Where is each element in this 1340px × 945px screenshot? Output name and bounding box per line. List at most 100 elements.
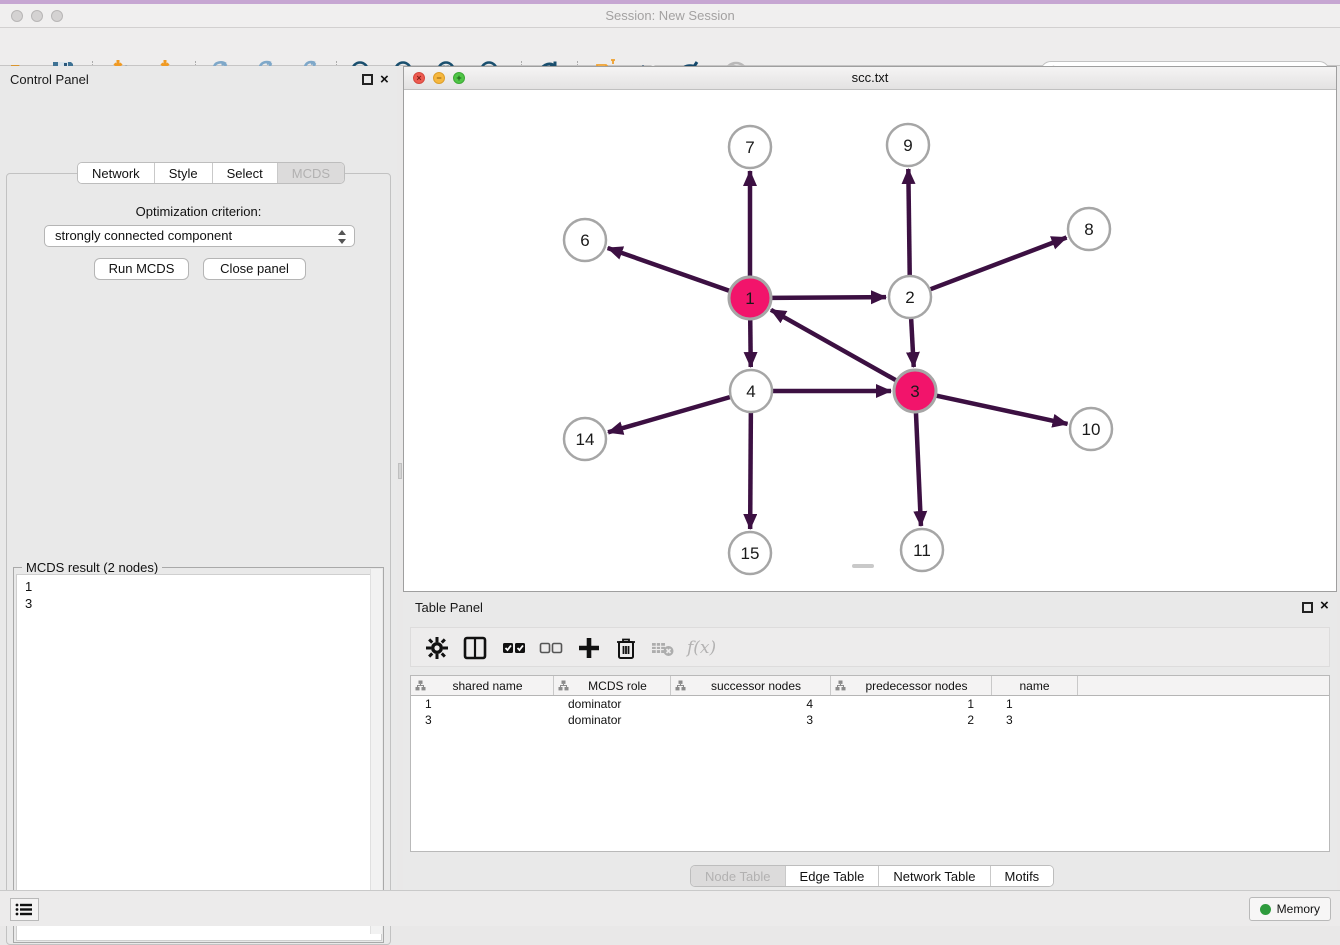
tab-network[interactable]: Network [78, 163, 154, 183]
graph-node-1[interactable]: 1 [729, 277, 771, 319]
table-row[interactable]: 1dominator411 [411, 696, 1329, 712]
cell-shared-name[interactable]: 3 [411, 712, 554, 728]
status-menu-button[interactable] [10, 898, 39, 921]
table-toolbar: f(x) [410, 627, 1330, 667]
node-label: 7 [745, 138, 754, 157]
column-header-MCDS-role[interactable]: MCDS role [554, 676, 671, 695]
node-table[interactable]: shared name MCDS rolesuccessor nodes prede… [410, 675, 1330, 852]
mcds-result-group: MCDS result (2 nodes) 1 3 [13, 567, 384, 943]
float-table-panel-icon[interactable] [1302, 602, 1313, 613]
tab-edge-table[interactable]: Edge Table [785, 866, 879, 886]
column-header-label: name [996, 679, 1073, 693]
cell-MCDS-role[interactable]: dominator [554, 712, 671, 728]
cell-predecessor-nodes[interactable]: 2 [831, 712, 992, 728]
edge-4-15[interactable] [750, 413, 751, 529]
edge-2-8[interactable] [931, 238, 1067, 290]
graph-node-14[interactable]: 14 [564, 418, 606, 460]
apply-function-icon[interactable]: f(x) [687, 636, 721, 660]
optimization-criterion-label: Optimization criterion: [0, 204, 397, 219]
graph-node-8[interactable]: 8 [1068, 208, 1110, 250]
tab-style[interactable]: Style [154, 163, 212, 183]
cell-successor-nodes[interactable]: 3 [671, 712, 831, 728]
tab-network-table[interactable]: Network Table [878, 866, 989, 886]
delete-table-icon[interactable] [651, 636, 675, 660]
window-zoom-button[interactable] [51, 10, 63, 22]
control-panel-title: Control Panel [10, 72, 89, 87]
tab-motifs[interactable]: Motifs [990, 866, 1054, 886]
column-header-predecessor-nodes[interactable]: predecessor nodes [831, 676, 992, 695]
network-graph-canvas[interactable]: 1 2 3 4 6 7 8 9 10 11 14 15 [404, 90, 1336, 591]
cell-predecessor-nodes[interactable]: 1 [831, 696, 992, 712]
cell-shared-name[interactable]: 1 [411, 696, 554, 712]
node-label: 10 [1082, 420, 1101, 439]
edge-4-14[interactable] [608, 397, 730, 432]
tab-select[interactable]: Select [212, 163, 277, 183]
cell-MCDS-role[interactable]: dominator [554, 696, 671, 712]
delete-column-icon[interactable] [614, 636, 638, 660]
table-row[interactable]: 3dominator323 [411, 712, 1329, 728]
float-panel-icon[interactable] [362, 74, 373, 85]
mcds-result-textarea[interactable]: 1 3 [16, 574, 382, 941]
column-type-icon [835, 680, 846, 691]
network-window-close-button[interactable]: × [413, 72, 425, 84]
column-header-label: shared name [426, 679, 549, 693]
edge-1-4[interactable] [750, 320, 751, 367]
edge-3-10[interactable] [937, 396, 1068, 424]
memory-button[interactable]: Memory [1249, 897, 1331, 921]
node-label: 8 [1084, 220, 1093, 239]
network-window-zoom-button[interactable]: + [453, 72, 465, 84]
close-panel-icon[interactable]: × [380, 74, 389, 85]
table-settings-icon[interactable] [425, 636, 449, 660]
deselect-all-rows-icon[interactable] [539, 636, 563, 660]
network-hscroll-thumb[interactable] [852, 564, 874, 568]
column-header-name[interactable]: name [992, 676, 1078, 695]
graph-node-7[interactable]: 7 [729, 126, 771, 168]
cell-name[interactable]: 3 [992, 712, 1078, 728]
column-type-icon [675, 680, 686, 691]
splitter-grip[interactable] [398, 463, 402, 479]
network-view-window: × − + scc.txt 1 2 3 4 6 7 8 9 10 11 14 15 [403, 66, 1337, 592]
graph-node-15[interactable]: 15 [729, 532, 771, 574]
select-all-rows-icon[interactable] [502, 636, 526, 660]
window-close-button[interactable] [11, 10, 23, 22]
column-header-successor-nodes[interactable]: successor nodes [671, 676, 831, 695]
show-columns-icon[interactable] [463, 636, 487, 660]
edge-3-1[interactable] [771, 310, 896, 380]
close-table-panel-icon[interactable]: × [1320, 600, 1329, 611]
status-bar: Memory [0, 890, 1340, 926]
column-type-icon [415, 680, 426, 691]
edge-3-11[interactable] [916, 413, 921, 526]
cell-name[interactable]: 1 [992, 696, 1078, 712]
list-menu-icon [11, 899, 38, 920]
graph-node-6[interactable]: 6 [564, 219, 606, 261]
graph-node-11[interactable]: 11 [901, 529, 943, 571]
column-header-label: predecessor nodes [846, 679, 987, 693]
tab-node-table[interactable]: Node Table [691, 866, 785, 886]
edge-2-3[interactable] [911, 319, 914, 367]
result-scrollbar[interactable] [370, 569, 382, 934]
run-mcds-button[interactable]: Run MCDS [94, 258, 189, 280]
control-panel: Control Panel × NetworkStyleSelectMCDS O… [0, 66, 397, 890]
window-minimize-button[interactable] [31, 10, 43, 22]
edge-1-6[interactable] [608, 248, 730, 291]
node-label: 11 [913, 541, 931, 560]
network-window-titlebar: × − + scc.txt [404, 67, 1336, 90]
node-label: 4 [746, 382, 755, 401]
graph-node-3[interactable]: 3 [894, 370, 936, 412]
table-body: 1dominator4113dominator323 [411, 696, 1329, 728]
add-column-icon[interactable] [577, 636, 601, 660]
cell-successor-nodes[interactable]: 4 [671, 696, 831, 712]
tab-mcds[interactable]: MCDS [277, 163, 344, 183]
node-label: 2 [905, 288, 914, 307]
node-label: 3 [910, 382, 919, 401]
criterion-dropdown[interactable]: strongly connected component [44, 225, 355, 247]
edge-2-9[interactable] [908, 169, 909, 275]
graph-node-10[interactable]: 10 [1070, 408, 1112, 450]
graph-node-4[interactable]: 4 [730, 370, 772, 412]
graph-node-9[interactable]: 9 [887, 124, 929, 166]
edge-1-2[interactable] [772, 297, 886, 298]
close-panel-button[interactable]: Close panel [203, 258, 306, 280]
column-header-shared-name[interactable]: shared name [411, 676, 554, 695]
network-window-minimize-button[interactable]: − [433, 72, 445, 84]
graph-node-2[interactable]: 2 [889, 276, 931, 318]
